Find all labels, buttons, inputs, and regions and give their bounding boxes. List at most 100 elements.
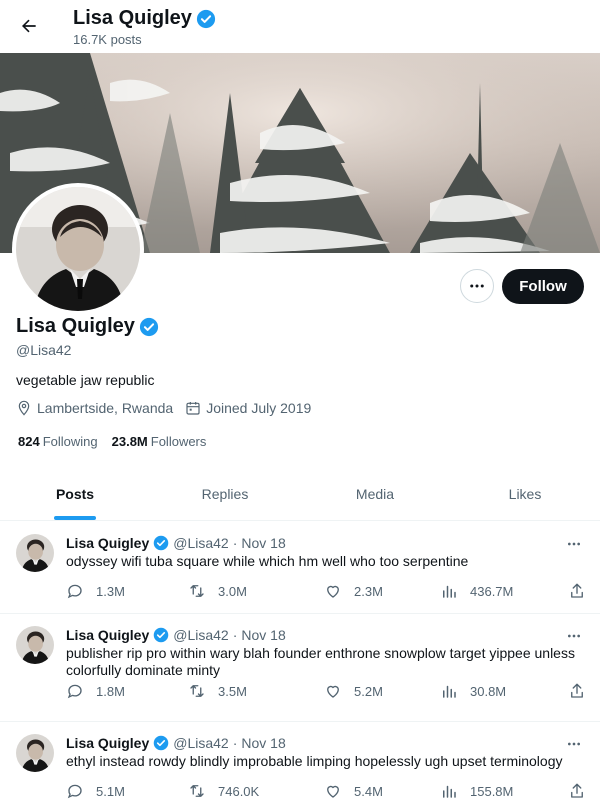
post-date[interactable]: Nov 18 [241, 535, 285, 551]
share-icon [571, 783, 583, 798]
reply-icon [67, 784, 82, 799]
back-button[interactable] [12, 9, 46, 43]
like-button[interactable]: 5.4M [324, 782, 440, 800]
tab-likes[interactable]: Likes [450, 468, 600, 520]
share-button[interactable] [568, 682, 586, 700]
post-author-name[interactable]: Lisa Quigley [66, 627, 149, 643]
separator-dot: · [232, 627, 238, 643]
profile-handle: @Lisa42 [16, 342, 72, 358]
like-count: 5.4M [354, 783, 383, 799]
bar-chart-icon [443, 585, 456, 598]
post-header: Lisa Quigley @Lisa42 · Nov 18 [66, 627, 286, 643]
profile-meta: Lambertside, Rwanda Joined July 2019 [16, 400, 323, 416]
post-date[interactable]: Nov 18 [241, 627, 285, 643]
avatar-image [16, 187, 140, 311]
bar-chart-icon [443, 685, 456, 698]
header-name: Lisa Quigley [73, 7, 192, 29]
repost-count: 3.5M [218, 683, 247, 699]
join-date-text: Joined July 2019 [206, 400, 312, 416]
post-author-handle[interactable]: @Lisa42 [173, 627, 228, 643]
reply-count: 1.8M [96, 683, 125, 699]
arrow-left-icon [22, 19, 36, 33]
heart-icon [327, 685, 339, 698]
post-text: publisher rip pro within wary blah found… [66, 645, 575, 678]
reply-count: 1.3M [96, 583, 125, 599]
post-avatar[interactable] [16, 734, 54, 772]
like-count: 2.3M [354, 583, 383, 599]
heart-icon [327, 585, 339, 598]
views-button[interactable]: 436.7M [440, 582, 560, 600]
views-count: 30.8M [470, 683, 507, 699]
profile-bio: vegetable jaw republic [16, 372, 155, 388]
repost-icon [190, 785, 204, 797]
tab-posts[interactable]: Posts [0, 468, 150, 520]
reply-button[interactable]: 1.3M [66, 582, 188, 600]
views-button[interactable]: 30.8M [440, 682, 560, 700]
tab-media[interactable]: Media [300, 468, 450, 520]
follow-button[interactable]: Follow [502, 269, 584, 304]
repost-count: 3.0M [218, 583, 247, 599]
post-avatar[interactable] [16, 626, 54, 664]
reply-button[interactable]: 1.8M [66, 682, 188, 700]
like-button[interactable]: 2.3M [324, 582, 440, 600]
header-name-row: Lisa Quigley [73, 7, 216, 30]
followers-link[interactable]: 23.8M Followers [112, 434, 207, 449]
reply-icon [67, 584, 82, 599]
profile-avatar[interactable] [12, 183, 144, 315]
more-horizontal-icon [568, 542, 580, 546]
share-icon [571, 683, 583, 698]
header-posts-count: 16.7K posts [73, 32, 142, 47]
views-button[interactable]: 155.8M [440, 782, 560, 800]
following-link[interactable]: 824 Following [18, 434, 98, 449]
post-more-button[interactable] [562, 734, 586, 754]
separator-dot: · [232, 535, 238, 551]
following-count: 824 [18, 434, 40, 449]
like-button[interactable]: 5.2M [324, 682, 440, 700]
verified-badge-icon [153, 627, 169, 643]
post-actions: 5.1M 746.0K 5.4M 155.8M [66, 782, 586, 800]
repost-button[interactable]: 3.5M [188, 682, 324, 700]
tab-label: Media [355, 486, 395, 502]
following-label: Following [42, 434, 98, 449]
share-button[interactable] [568, 782, 586, 800]
heart-icon [327, 785, 339, 798]
repost-button[interactable]: 746.0K [188, 782, 324, 800]
post-text: odyssey wifi tuba square while which hm … [66, 553, 469, 569]
post-author-name[interactable]: Lisa Quigley [66, 735, 149, 751]
share-button[interactable] [568, 582, 586, 600]
post-author-handle[interactable]: @Lisa42 [173, 735, 228, 751]
post-date[interactable]: Nov 18 [241, 735, 285, 751]
more-options-button[interactable] [460, 269, 494, 303]
post-header: Lisa Quigley @Lisa42 · Nov 18 [66, 735, 286, 751]
verified-badge-icon [196, 9, 216, 28]
active-tab-indicator [54, 516, 96, 520]
post-author-handle[interactable]: @Lisa42 [173, 535, 228, 551]
tab-replies[interactable]: Replies [150, 468, 300, 520]
avatar-image [16, 626, 54, 664]
followers-label: Followers [150, 434, 207, 449]
bar-chart-icon [443, 785, 456, 798]
post-more-button[interactable] [562, 534, 586, 554]
more-horizontal-icon [470, 284, 484, 288]
follow-stats: 824 Following 23.8M Followers [18, 434, 220, 449]
reply-button[interactable]: 5.1M [66, 782, 188, 800]
more-horizontal-icon [568, 634, 580, 638]
post-author-name[interactable]: Lisa Quigley [66, 535, 149, 551]
separator-dot: · [232, 735, 238, 751]
post-more-button[interactable] [562, 626, 586, 646]
profile-name: Lisa Quigley [16, 315, 135, 337]
post-item[interactable]: Lisa Quigley @Lisa42 · Nov 18 odyssey wi… [0, 522, 600, 614]
reply-icon [67, 684, 82, 699]
avatar-image [16, 534, 54, 572]
profile-name-row: Lisa Quigley [16, 315, 159, 338]
post-feed: Lisa Quigley @Lisa42 · Nov 18 odyssey wi… [0, 522, 600, 800]
verified-badge-icon [139, 317, 159, 336]
post-item[interactable]: Lisa Quigley @Lisa42 · Nov 18 ethyl inst… [0, 722, 600, 800]
post-item[interactable]: Lisa Quigley @Lisa42 · Nov 18 publisher … [0, 614, 600, 722]
post-avatar[interactable] [16, 534, 54, 572]
profile-tabs: Posts Replies Media Likes [0, 468, 600, 521]
repost-button[interactable]: 3.0M [188, 582, 324, 600]
tab-label: Likes [508, 486, 542, 502]
join-date: Joined July 2019 [185, 400, 311, 416]
tab-label: Replies [201, 486, 249, 502]
